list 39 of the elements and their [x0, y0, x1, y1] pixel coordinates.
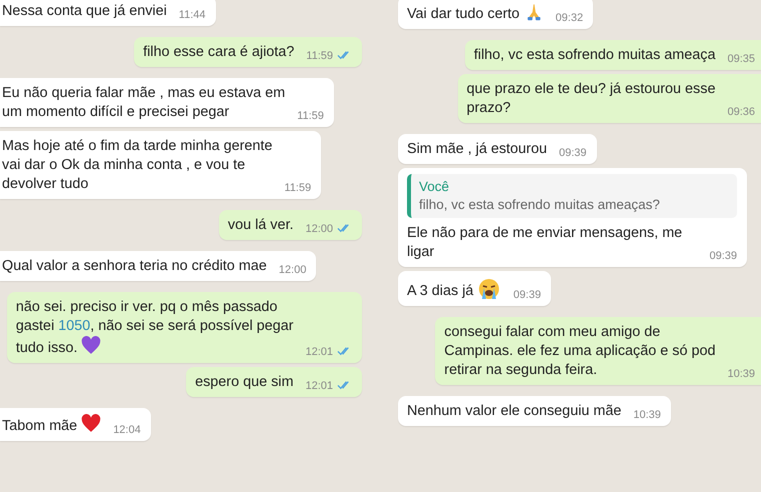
- message-text: vou lá ver.: [228, 216, 294, 235]
- message-text: Nessa conta que já enviei: [2, 2, 167, 21]
- message-time: 12:04: [113, 423, 141, 437]
- message-time: 09:39: [558, 146, 587, 160]
- message-text: Sim mãe , já estourou: [407, 140, 547, 159]
- message-text: espero que sim: [195, 373, 294, 392]
- message-time: 12:01: [305, 345, 333, 359]
- message-text: Vai dar tudo certo: [407, 2, 544, 24]
- message-time: 09:36: [727, 105, 755, 119]
- number-link[interactable]: 1050: [58, 318, 90, 334]
- crying-face-icon: [477, 277, 502, 301]
- message-text: que prazo ele te deu? já estourou esse prazo?: [466, 80, 716, 118]
- message-text: A 3 dias já: [407, 277, 502, 301]
- message-time: 10:39: [633, 408, 661, 422]
- message-text: Nenhum valor ele conseguiu mãe: [407, 402, 622, 421]
- message-time: 11:59: [297, 109, 324, 123]
- message-time: 12:00: [305, 222, 333, 236]
- message-text: filho, vc esta sofrendo muitas ameaça: [474, 46, 716, 65]
- message-text: Qual valor a senhora teria no crédito mae: [2, 257, 267, 276]
- quote-author: Você: [419, 178, 450, 196]
- message-time: 12:00: [278, 263, 306, 277]
- message-text: Mas hoje até o fim da tarde minha gerente vai dar o Ok da minha conta , e vou te devolver tudo: [2, 137, 272, 194]
- message-time: 09:32: [556, 11, 584, 25]
- message-text: filho esse cara é ajiota?: [143, 43, 294, 62]
- quoted-message[interactable]: Você filho, vc esta sofrendo muitas ameaças?: [407, 174, 737, 218]
- message-time: 09:35: [727, 52, 755, 66]
- message-time: 12:01: [305, 379, 333, 393]
- message-time: 11:59: [284, 181, 312, 195]
- message-time: 11:59: [306, 49, 333, 63]
- message-time: 09:39: [709, 249, 737, 263]
- message-text: Ele não para de me enviar mensagens, me ligar: [407, 224, 682, 262]
- message-text: Eu não queria falar mãe , mas eu estava em um momento difícil e precisei pegar: [2, 84, 286, 122]
- message-time: 09:39: [513, 288, 541, 302]
- message-text: Tabom mãe: [2, 414, 102, 436]
- message-text: não sei. preciso ir ver. pq o mês passado gastei 1050, não sei se será possível pegar tudo isso.: [16, 298, 294, 358]
- message-text: consegui falar com meu amigo de Campinas. ele fez uma aplicação e só pod retirar na segunda feira.: [444, 323, 716, 380]
- quote-text: filho, vc esta sofrendo muitas ameaças?: [419, 196, 661, 214]
- message-time: 10:39: [727, 367, 755, 381]
- message-time: 11:44: [178, 8, 206, 22]
